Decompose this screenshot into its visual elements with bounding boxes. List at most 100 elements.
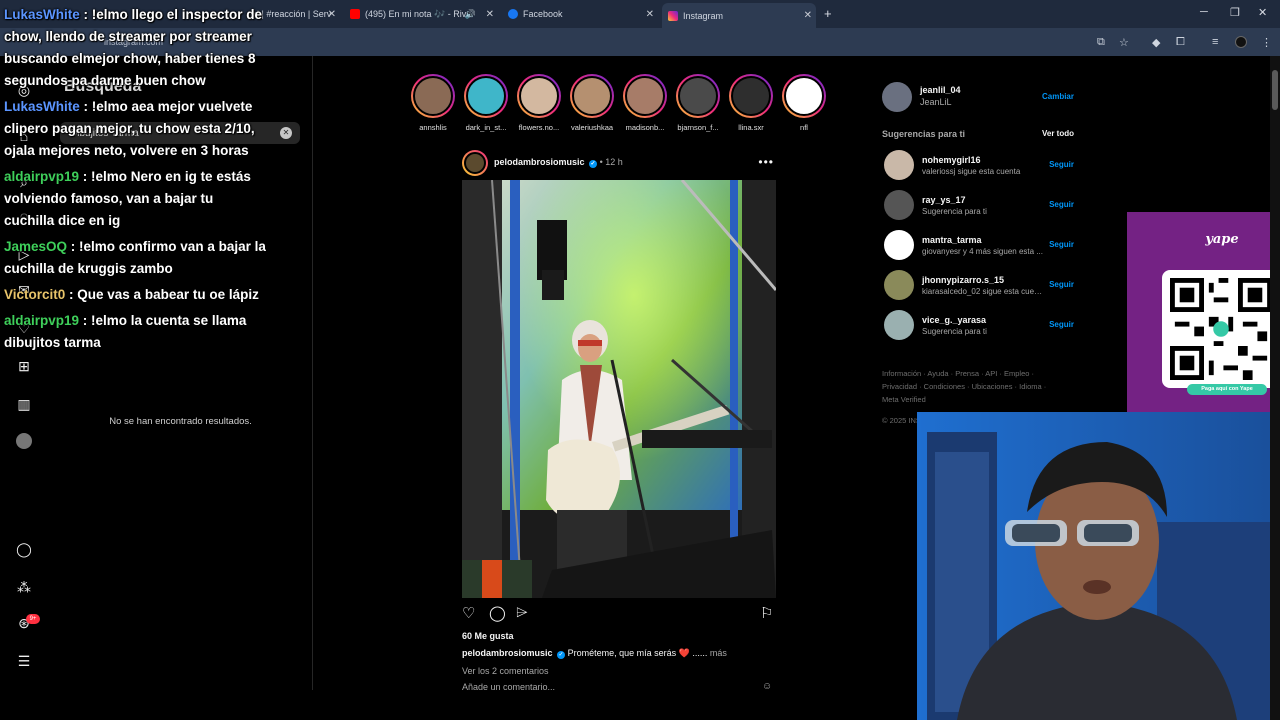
yape-pay-label: Paga aquí con Yape — [1187, 384, 1267, 395]
story-item[interactable]: valeriushkaa — [569, 74, 615, 132]
story-item[interactable]: dark_in_st... — [463, 74, 509, 132]
chat-message: aldairpvp19 : !elmo Nero en ig te estás … — [4, 169, 251, 228]
post-username[interactable]: pelodambrosiomusic — [494, 157, 585, 167]
install-icon[interactable]: ⧉ — [1097, 36, 1105, 49]
share-icon[interactable]: ⌲ — [516, 604, 528, 621]
follow-button[interactable]: Seguir — [1049, 160, 1074, 169]
story-name: bjarnson_f... — [677, 123, 719, 132]
threads-icon[interactable]: ◯ — [14, 539, 34, 559]
save-bookmark-icon[interactable]: ⚐ — [760, 604, 773, 622]
dashboard-icon[interactable]: ▥ — [14, 394, 34, 414]
current-user: jeanlil_04 JeanLiL Cambiar — [882, 82, 1074, 112]
emoji-icon[interactable]: ☺ — [762, 681, 772, 692]
chat-username: JamesOQ — [4, 239, 68, 254]
story-item[interactable]: flowers.no... — [516, 74, 562, 132]
profile-avatar[interactable] — [1235, 36, 1247, 48]
notification-badge: 9+ — [26, 614, 40, 624]
more-menu-icon[interactable]: ☰ — [14, 651, 34, 671]
story-item[interactable]: llina.sxr — [728, 74, 774, 132]
story-item[interactable]: nfl — [781, 74, 827, 132]
suggestion-avatar[interactable] — [884, 190, 914, 220]
page-scrollbar[interactable] — [1270, 56, 1280, 720]
close-window-button[interactable]: ✕ — [1258, 6, 1267, 19]
chat-username: LukasWhite — [4, 7, 80, 22]
suggestion-avatar[interactable] — [884, 270, 914, 300]
suggestion-avatar[interactable] — [884, 310, 914, 340]
suggestion-username[interactable]: mantra_tarma — [922, 235, 982, 245]
current-user-avatar[interactable] — [882, 82, 912, 112]
tab-close-icon[interactable]: ✕ — [486, 9, 494, 20]
new-tab-button[interactable]: + — [824, 6, 832, 21]
nfl-logo — [784, 76, 824, 116]
also-from-meta-icon[interactable]: ⁂ — [14, 577, 34, 597]
suggestion-username[interactable]: nohemygirl16 — [922, 155, 981, 165]
menu-dots-icon[interactable]: ⋮ — [1261, 36, 1272, 49]
suggestion-subtext: Sugerencia para ti — [922, 207, 987, 216]
extension-icon[interactable]: ◆ — [1152, 36, 1160, 49]
post-author[interactable]: pelodambrosiomusic ✓ • 12 h — [494, 157, 623, 168]
footer-links[interactable]: Información · Ayuda · Prensa · API · Emp… — [882, 367, 1062, 406]
switch-account-button[interactable]: Cambiar — [1042, 92, 1074, 101]
suggestion-avatar[interactable] — [884, 230, 914, 260]
chat-message: JamesOQ : !elmo confirmo van a bajar la … — [4, 239, 266, 276]
follow-button[interactable]: Seguir — [1049, 320, 1074, 329]
follow-button[interactable]: Seguir — [1049, 240, 1074, 249]
suggestion-avatar[interactable] — [884, 150, 914, 180]
bookmark-star-icon[interactable]: ☆ — [1119, 36, 1129, 49]
suggestion-item: jhonnypizarro.s_15 kiarasalcedo_02 sigue… — [884, 270, 1074, 302]
tab-facebook[interactable]: Facebook ✕ — [502, 3, 658, 25]
tab-close-icon[interactable]: ✕ — [804, 10, 812, 21]
follow-button[interactable]: Seguir — [1049, 280, 1074, 289]
tab-instagram[interactable]: Instagram ✕ — [662, 3, 816, 28]
like-heart-icon[interactable]: ♡ — [462, 604, 475, 622]
post-image[interactable] — [462, 180, 776, 598]
streamer-webcam — [917, 412, 1280, 720]
suggestion-username[interactable]: ray_ys_17 — [922, 195, 966, 205]
tab-youtube[interactable]: (495) En mi nota 🎶 - Rivn 🔊 ✕ — [344, 3, 498, 25]
tab-label: Instagram — [683, 10, 724, 21]
clear-search-icon[interactable]: ✕ — [280, 127, 292, 139]
scroll-thumb[interactable] — [1272, 70, 1278, 110]
current-username[interactable]: jeanlil_04 — [920, 85, 961, 95]
suggestion-subtext: giovanyesr y 4 más siguen esta ... — [922, 247, 1043, 256]
story-avatar — [413, 76, 453, 116]
story-avatar — [519, 76, 559, 116]
story-avatar — [625, 76, 665, 116]
view-comments-link[interactable]: Ver los 2 comentarios — [462, 666, 549, 676]
current-user-name: JeanLiL — [920, 97, 952, 107]
like-count[interactable]: 60 Me gusta — [462, 631, 514, 641]
tab-label: (495) En mi nota 🎶 - Rivn — [365, 8, 472, 19]
chat-username: LukasWhite — [4, 99, 80, 114]
suggestions-title: Sugerencias para ti — [882, 129, 966, 139]
story-item[interactable]: annshlis — [410, 74, 456, 132]
tab-close-icon[interactable]: ✕ — [328, 9, 336, 20]
create-icon[interactable]: ⊞ — [14, 356, 34, 376]
suggestion-item: vice_g._yarasa Sugerencia para ti Seguir — [884, 310, 1074, 342]
concert-photo — [462, 180, 776, 598]
suggestion-subtext: valeriossj sigue esta cuenta — [922, 167, 1021, 176]
suggestion-subtext: Sugerencia para ti — [922, 327, 987, 336]
suggestion-username[interactable]: vice_g._yarasa — [922, 315, 986, 325]
post-options-icon[interactable]: ••• — [758, 155, 774, 169]
suggestion-username[interactable]: jhonnypizarro.s_15 — [922, 275, 1004, 285]
caption-username[interactable]: pelodambrosiomusic — [462, 648, 553, 658]
suggestion-item: mantra_tarma giovanyesr y 4 más siguen e… — [884, 230, 1074, 262]
comment-icon[interactable]: ◯ — [489, 604, 506, 622]
post-author-avatar[interactable] — [462, 150, 488, 176]
story-name: flowers.no... — [518, 123, 560, 132]
add-comment-input[interactable]: Añade un comentario... — [462, 682, 555, 692]
minimize-button[interactable]: ─ — [1200, 6, 1208, 18]
verified-badge-icon: ✓ — [589, 160, 598, 168]
follow-button[interactable]: Seguir — [1049, 200, 1074, 209]
speaker-icon[interactable]: 🔊 — [465, 9, 476, 20]
profile-avatar[interactable] — [16, 433, 32, 449]
puzzle-icon[interactable]: ⧠ — [1176, 36, 1185, 49]
story-item[interactable]: bjarnson_f... — [675, 74, 721, 132]
tab-close-icon[interactable]: ✕ — [646, 9, 654, 20]
caption-more-link[interactable]: más — [710, 648, 727, 658]
story-item[interactable]: madisonb... — [622, 74, 668, 132]
chat-message: LukasWhite : !elmo llego el inspector de… — [4, 7, 263, 88]
see-all-link[interactable]: Ver todo — [1042, 129, 1074, 138]
media-control-icon[interactable]: ≡ — [1212, 36, 1218, 48]
maximize-button[interactable]: ❐ — [1230, 6, 1240, 19]
